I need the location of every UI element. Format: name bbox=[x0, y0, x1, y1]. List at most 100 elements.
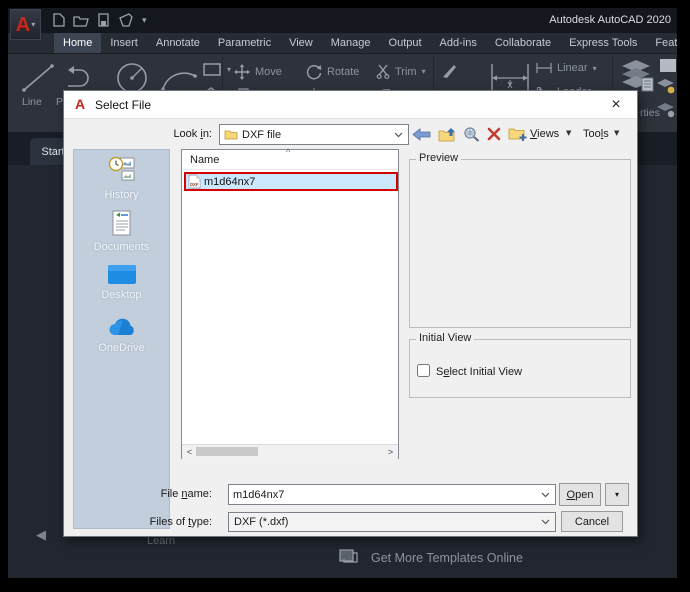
tab-express-tools[interactable]: Express Tools bbox=[560, 33, 646, 53]
open-folder-icon[interactable] bbox=[73, 14, 89, 27]
file-list: Name ^ DXF m1d64nx7 < > bbox=[181, 147, 399, 459]
move-label: Move bbox=[255, 66, 282, 78]
name-header-label: Name bbox=[190, 153, 220, 166]
line-tool-label: Line bbox=[22, 96, 42, 108]
tab-annotate[interactable]: Annotate bbox=[147, 33, 209, 53]
history-icon bbox=[108, 156, 134, 181]
new-folder-icon bbox=[508, 128, 527, 141]
scrollbar-thumb[interactable] bbox=[196, 447, 258, 456]
window-title: Autodesk AutoCAD 2020 bbox=[549, 14, 671, 26]
horizontal-scrollbar[interactable]: < > bbox=[182, 444, 398, 459]
chevron-down-icon bbox=[394, 132, 408, 138]
delete-button[interactable] bbox=[483, 124, 505, 144]
desktop-icon bbox=[107, 265, 136, 284]
quick-access-toolbar: ▾ bbox=[52, 13, 147, 27]
file-name: m1d64nx7 bbox=[204, 175, 256, 188]
place-label: Documents bbox=[93, 241, 150, 253]
tab-manage[interactable]: Manage bbox=[322, 33, 380, 53]
file-name-combobox[interactable] bbox=[228, 484, 556, 505]
properties-label-fragment: rties bbox=[640, 107, 660, 119]
tab-add-ins[interactable]: Add-ins bbox=[431, 33, 486, 53]
tools-menu[interactable]: Tools bbox=[583, 128, 609, 140]
back-button[interactable] bbox=[409, 124, 433, 144]
preview-pane bbox=[409, 159, 631, 328]
open-split-dropdown-button[interactable]: ▾ bbox=[605, 483, 629, 506]
customize-qat-chevron-icon[interactable]: ▾ bbox=[142, 15, 147, 26]
preview-label: Preview bbox=[416, 152, 462, 164]
views-dropdown-icon[interactable]: ▼ bbox=[566, 129, 571, 137]
search-web-button[interactable] bbox=[460, 124, 482, 144]
places-bar: History Documents Desktop OneDrive bbox=[73, 149, 170, 529]
select-file-dialog: A Select File × Look in: DXF file Views … bbox=[63, 90, 638, 537]
layer-color-swatch[interactable] bbox=[660, 59, 676, 72]
chevron-down-icon bbox=[541, 519, 555, 525]
line-tool-icon[interactable] bbox=[20, 62, 56, 99]
new-file-icon[interactable] bbox=[52, 13, 65, 27]
trim-tool-button[interactable]: Trim ▾ bbox=[376, 64, 426, 79]
files-of-type-value: DXF (*.dxf) bbox=[234, 516, 289, 528]
scroll-right-icon[interactable]: > bbox=[384, 445, 397, 458]
scroll-left-arrow-icon[interactable]: ◀ bbox=[36, 528, 46, 543]
place-documents[interactable]: Documents bbox=[74, 210, 169, 253]
files-of-type-label: Files of type: bbox=[149, 516, 212, 528]
tab-insert[interactable]: Insert bbox=[101, 33, 147, 53]
tab-parametric[interactable]: Parametric bbox=[209, 33, 280, 53]
delete-x-icon bbox=[487, 127, 501, 141]
rotate-icon bbox=[306, 64, 322, 80]
select-initial-view-checkbox[interactable] bbox=[417, 364, 430, 377]
tab-home[interactable]: Home bbox=[54, 33, 102, 53]
tab-collaborate[interactable]: Collaborate bbox=[486, 33, 560, 53]
onedrive-cloud-icon bbox=[109, 318, 134, 335]
tools-dropdown-icon[interactable]: ▼ bbox=[614, 129, 619, 137]
scissors-icon bbox=[376, 64, 390, 79]
move-tool-button[interactable]: Move bbox=[234, 64, 282, 80]
close-icon[interactable]: × bbox=[601, 91, 631, 118]
rotate-tool-button[interactable]: Rotate bbox=[306, 64, 359, 80]
chevron-down-icon bbox=[541, 492, 555, 498]
views-menu[interactable]: Views bbox=[530, 128, 559, 140]
save-icon[interactable] bbox=[97, 13, 110, 27]
app-menu-button[interactable]: A ▾ bbox=[10, 9, 41, 40]
tab-featured-apps[interactable]: Featured Apps bbox=[646, 33, 677, 53]
scroll-left-icon[interactable]: < bbox=[183, 445, 196, 458]
dxf-file-icon: DXF bbox=[188, 174, 201, 189]
place-label: OneDrive bbox=[98, 342, 145, 354]
place-history[interactable]: History bbox=[74, 155, 169, 201]
tab-output[interactable]: Output bbox=[380, 33, 431, 53]
get-more-templates-link[interactable]: Get More Templates Online bbox=[338, 548, 523, 567]
chevron-down-icon: ▾ bbox=[421, 67, 426, 76]
erase-tool-icon[interactable] bbox=[440, 62, 458, 85]
look-in-value: DXF file bbox=[242, 128, 282, 141]
new-folder-button[interactable] bbox=[506, 124, 530, 144]
layer-state-icon[interactable] bbox=[656, 78, 676, 100]
dialog-title-bar: A Select File bbox=[64, 91, 637, 119]
cancel-button[interactable]: Cancel bbox=[561, 511, 623, 532]
place-label: History bbox=[104, 189, 139, 201]
linear-dimension-button[interactable]: Linear ▾ bbox=[536, 62, 597, 74]
tab-view[interactable]: View bbox=[280, 33, 322, 53]
look-in-dropdown[interactable]: DXF file bbox=[219, 124, 409, 145]
linear-label: Linear bbox=[557, 62, 588, 74]
rectangle-tool-button[interactable]: ▾ bbox=[202, 62, 231, 77]
files-of-type-dropdown[interactable]: DXF (*.dxf) bbox=[228, 512, 556, 532]
dialog-title: Select File bbox=[95, 98, 152, 112]
move-icon bbox=[234, 64, 250, 80]
place-onedrive[interactable]: OneDrive bbox=[74, 316, 169, 354]
chevron-down-icon: ▾ bbox=[614, 490, 619, 499]
sort-ascending-icon: ^ bbox=[286, 147, 291, 157]
file-name-label: File name: bbox=[160, 488, 212, 500]
rotate-label: Rotate bbox=[327, 66, 360, 78]
chevron-down-icon: ▾ bbox=[592, 63, 597, 73]
look-in-label: Look in: bbox=[173, 128, 212, 140]
autocad-logo-icon: A bbox=[15, 13, 31, 36]
search-icon bbox=[463, 127, 479, 142]
place-desktop[interactable]: Desktop bbox=[74, 264, 169, 301]
open-button[interactable]: Open bbox=[559, 483, 601, 506]
plot-icon[interactable] bbox=[118, 13, 134, 27]
ribbon-tab-bar: Home Insert Annotate Parametric View Man… bbox=[8, 33, 677, 53]
file-row-selected[interactable]: DXF m1d64nx7 bbox=[184, 172, 398, 191]
place-label: Desktop bbox=[101, 289, 142, 301]
autocad-window: A ▾ ▾ Autodesk AutoCAD 2020 Home Insert … bbox=[8, 8, 677, 578]
file-name-input[interactable] bbox=[233, 487, 533, 502]
up-one-level-button[interactable] bbox=[435, 124, 459, 144]
